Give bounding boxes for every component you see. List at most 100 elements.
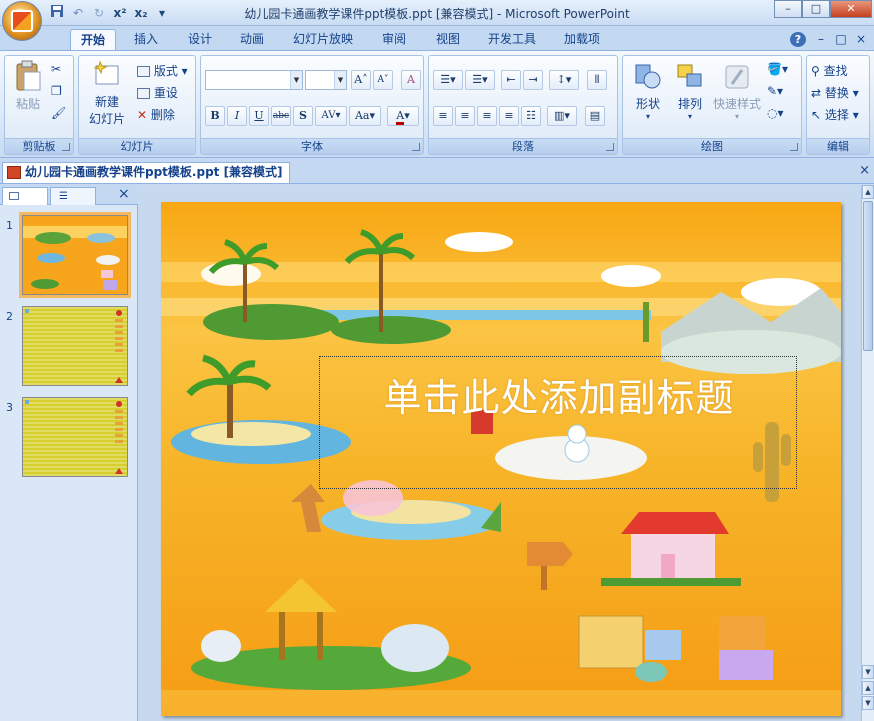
delete-icon: ✕ — [137, 108, 148, 122]
tab-outline-view[interactable]: ☰ — [50, 187, 96, 205]
cut-icon[interactable]: ✂ — [51, 62, 61, 76]
shape-effects-icon[interactable]: ◌▾ — [767, 106, 784, 120]
arrange-button[interactable]: 排列 ▾ — [673, 62, 707, 121]
scroll-thumb[interactable] — [863, 201, 873, 351]
increase-indent-icon[interactable]: ⇥ — [523, 70, 543, 90]
copy-icon[interactable]: ❐ — [51, 84, 62, 98]
previous-slide-icon[interactable]: ▲ — [862, 681, 874, 695]
bullets-button[interactable]: ☰▾ — [433, 70, 463, 90]
ribbon-restore-icon[interactable]: □ — [834, 29, 848, 50]
tab-design[interactable]: 设计 — [178, 29, 222, 50]
ribbon-minimize-icon[interactable]: – — [814, 29, 828, 50]
tab-home[interactable]: 开始 — [70, 29, 116, 50]
paste-icon — [16, 60, 41, 91]
slide-thumbnail-panel: ☰ × 1 2 3 — [0, 185, 138, 721]
tab-view[interactable]: 视图 — [426, 29, 470, 50]
layout-button[interactable]: 版式 ▾ — [137, 62, 188, 79]
tab-review[interactable]: 审阅 — [372, 29, 416, 50]
slide-2-preview — [23, 307, 127, 385]
replace-icon: ⇄ — [811, 86, 822, 100]
line-spacing-button[interactable]: ↕▾ — [549, 70, 579, 90]
slide-thumbnail-1[interactable] — [19, 212, 131, 298]
bold-button[interactable]: B — [205, 106, 225, 126]
justify-icon[interactable]: ≡ — [499, 106, 519, 126]
replace-button[interactable]: ⇄ 替换 ▾ — [811, 84, 859, 101]
change-case-button[interactable]: Aa▾ — [349, 106, 381, 126]
underline-button[interactable]: U — [249, 106, 269, 126]
align-right-icon[interactable]: ≡ — [477, 106, 497, 126]
paragraph-launcher-icon[interactable] — [606, 143, 614, 151]
numbering-button[interactable]: ☰▾ — [465, 70, 495, 90]
vertical-scrollbar[interactable]: ▲ ▼ ▲ ▼ — [861, 185, 874, 721]
tab-slideshow[interactable]: 幻灯片放映 — [286, 29, 360, 50]
slide-1-preview — [23, 216, 127, 294]
slides-icon — [9, 192, 19, 200]
strikethrough-button[interactable]: abc — [271, 106, 291, 126]
new-slide-button[interactable]: 新建 幻灯片 — [85, 60, 129, 127]
tab-developer[interactable]: 开发工具 — [480, 29, 544, 50]
font-family-combo[interactable]: ▼ — [205, 70, 303, 90]
tab-insert[interactable]: 插入 — [124, 29, 168, 50]
find-button[interactable]: ⚲ 查找 — [811, 62, 848, 79]
grow-font-button[interactable]: A˄ — [351, 70, 371, 90]
thumbnail-number: 3 — [6, 401, 13, 414]
font-size-combo[interactable]: ▼ — [305, 70, 347, 90]
tab-addins[interactable]: 加载项 — [556, 29, 608, 50]
restore-button[interactable]: □ — [802, 0, 830, 18]
italic-button[interactable]: I — [227, 106, 247, 126]
slides-group: 新建 幻灯片 版式 ▾ 重设 ✕ 删除 幻灯片 — [78, 55, 196, 155]
reset-button[interactable]: 重设 — [137, 84, 178, 101]
slide-thumbnail-2[interactable] — [22, 306, 128, 386]
next-slide-icon[interactable]: ▼ — [862, 696, 874, 710]
clear-format-button[interactable]: A — [401, 70, 421, 90]
close-button[interactable]: ✕ — [830, 0, 872, 18]
slide-thumbnail-3[interactable] — [22, 397, 128, 477]
layout-icon — [137, 66, 150, 77]
quick-styles-button[interactable]: 快速样式 ▾ — [711, 62, 763, 121]
subtitle-placeholder[interactable]: 单击此处添加副标题 — [319, 356, 797, 489]
paste-button[interactable]: 粘贴 — [11, 60, 45, 112]
font-color-button[interactable]: A▾ — [387, 106, 419, 126]
format-painter-icon[interactable]: 🖌 — [51, 106, 66, 120]
delete-slide-button[interactable]: ✕ 删除 — [137, 106, 175, 123]
ribbon-tabs: 开始 插入 设计 动画 幻灯片放映 审阅 视图 开发工具 加载项 ? – □ × — [0, 26, 874, 50]
font-group-label: 字体 — [201, 138, 423, 154]
columns-button[interactable]: ▥▾ — [547, 106, 577, 126]
ribbon-close-icon[interactable]: × — [854, 29, 868, 50]
help-button[interactable]: ? — [790, 32, 806, 47]
document-close-button[interactable]: × — [859, 163, 870, 178]
cursor-icon: ↖ — [811, 108, 822, 122]
smartart-icon[interactable]: ▤ — [585, 106, 605, 126]
document-tab-bar: 幼儿园卡通画教学课件ppt模板.ppt [兼容模式] × — [0, 159, 874, 184]
editing-group-label: 编辑 — [807, 138, 869, 154]
distributed-icon[interactable]: ☷ — [521, 106, 541, 126]
align-center-icon[interactable]: ≡ — [455, 106, 475, 126]
text-direction-icon[interactable]: ⫴ — [587, 70, 607, 90]
slides-group-label: 幻灯片 — [79, 138, 195, 154]
office-button[interactable] — [2, 1, 42, 41]
clipboard-launcher-icon[interactable] — [62, 143, 70, 151]
tab-slides-view[interactable] — [2, 187, 48, 205]
document-tab[interactable]: 幼儿园卡通画教学课件ppt模板.ppt [兼容模式] — [2, 162, 290, 183]
shadow-button[interactable]: S — [293, 106, 313, 126]
scroll-down-icon[interactable]: ▼ — [862, 665, 874, 679]
subtitle-placeholder-text: 单击此处添加副标题 — [383, 376, 735, 420]
minimize-button[interactable]: – — [774, 0, 802, 18]
shape-fill-icon[interactable]: 🪣▾ — [767, 62, 788, 76]
font-launcher-icon[interactable] — [412, 143, 420, 151]
drawing-launcher-icon[interactable] — [790, 143, 798, 151]
slide-canvas[interactable]: 单击此处添加副标题 — [161, 202, 841, 716]
select-button[interactable]: ↖ 选择 ▾ — [811, 106, 859, 123]
title-bar: ↶ ↻ x² x₂ ▾ 幼儿园卡通画教学课件ppt模板.ppt [兼容模式] -… — [0, 0, 874, 41]
scroll-up-icon[interactable]: ▲ — [862, 185, 874, 199]
char-spacing-button[interactable]: AV▾ — [315, 106, 347, 126]
shapes-button[interactable]: 形状 ▾ — [629, 62, 667, 121]
panel-close-button[interactable]: × — [118, 186, 130, 202]
tab-animation[interactable]: 动画 — [230, 29, 274, 50]
decrease-indent-icon[interactable]: ⇤ — [501, 70, 521, 90]
shape-outline-icon[interactable]: ✎▾ — [767, 84, 783, 98]
align-left-icon[interactable]: ≡ — [433, 106, 453, 126]
shrink-font-button[interactable]: A˅ — [373, 70, 393, 90]
ppt-file-icon — [7, 166, 21, 179]
slide-3-preview — [23, 398, 127, 476]
